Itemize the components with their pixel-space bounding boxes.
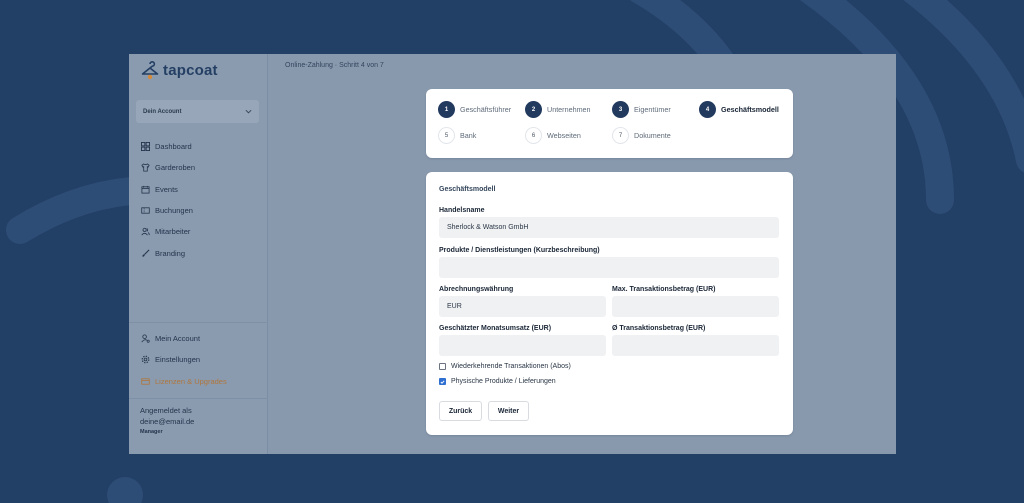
ticket-icon [141,206,150,215]
license-icon [141,377,150,386]
nav-item-lizenzen[interactable]: Lizenzen & Upgrades [141,371,227,392]
step-number: 2 [525,101,542,118]
physical-products-checkbox[interactable]: Physische Produkte / Lieferungen [439,378,556,385]
avg-amount-label: Ø Transaktionsbetrag (EUR) [612,325,706,332]
nav-item-mein-account[interactable]: Mein Account [141,328,227,349]
breadcrumb: Online-Zahlung · Schritt 4 von 7 [285,62,384,69]
nav-label: Branding [155,248,186,258]
step-label: Dokumente [634,131,671,140]
recurring-label: Wiederkehrende Transaktionen (Abos) [451,363,571,370]
nav-item-garderoben[interactable]: Garderoben [141,157,195,178]
login-role: Manager [140,429,163,435]
login-email: deine@email.de [140,416,195,426]
checkbox-box[interactable] [439,363,446,370]
max-amount-label: Max. Transaktionsbetrag (EUR) [612,286,716,293]
step-number: 1 [438,101,455,118]
step-number: 4 [699,101,716,118]
brush-icon [141,249,150,258]
products-input[interactable] [439,257,779,278]
account-select-label: Dein Account [143,108,182,115]
gear-icon [141,355,150,364]
nav-item-dashboard[interactable]: Dashboard [141,136,195,157]
nav-item-einstellungen[interactable]: Einstellungen [141,349,227,370]
nav-label: Mitarbeiter [155,227,191,237]
login-info: Angemeldet als deine@email.de Manager [140,406,194,438]
nav-item-mitarbeiter[interactable]: Mitarbeiter [141,221,195,242]
nav-item-events[interactable]: Events [141,179,195,200]
step-label: Webseiten [547,131,581,140]
max-amount-input[interactable] [612,296,779,317]
trade-name-label: Handelsname [439,207,485,214]
logo[interactable]: tapcoat [140,60,218,80]
step-label: Eigentümer [634,105,671,114]
dashboard-icon [141,142,150,152]
monthly-revenue-label: Geschätzter Monatsumsatz (EUR) [439,325,552,332]
nav-label: Dashboard [155,142,192,152]
shirt-icon [141,163,150,172]
step-label: Geschäftsmodell [721,105,779,114]
chevron-down-icon [245,109,252,114]
step-number: 6 [525,127,542,144]
currency-label: Abrechnungswährung [439,286,514,293]
calendar-icon [141,185,150,194]
next-button[interactable]: Weiter [488,401,529,421]
user-settings-icon [141,334,150,343]
step-2[interactable]: 2 Unternehmen [525,101,591,118]
login-label: Angemeldet als [140,406,192,415]
products-label: Produkte / Dienstleistungen (Kurzbeschre… [439,247,600,254]
step-number: 5 [438,127,455,144]
main-nav: Dashboard Garderoben Events Buchungen Mi… [141,136,195,264]
sidebar: tapcoat Dein Account Dashboard Garderobe… [129,54,268,454]
step-4[interactable]: 4 Geschäftsmodell [699,101,779,118]
hanger-icon [141,61,159,80]
nav-label: Events [155,184,178,194]
users-icon [141,227,150,236]
back-button[interactable]: Zurück [439,401,482,421]
checkmark-icon [440,380,445,384]
form-title: Geschäftsmodell [439,186,496,193]
step-label: Unternehmen [547,105,591,114]
step-3[interactable]: 3 Eigentümer [612,101,671,118]
physical-label: Physische Produkte / Lieferungen [451,378,556,385]
avg-amount-input[interactable] [612,335,779,356]
nav-label: Buchungen [155,206,193,216]
recurring-checkbox[interactable]: Wiederkehrende Transaktionen (Abos) [439,363,571,370]
currency-input[interactable]: EUR [439,296,606,317]
step-6[interactable]: 6 Webseiten [525,127,581,144]
nav-label: Einstellungen [155,355,201,365]
checkbox-box[interactable] [439,378,446,385]
brand-name: tapcoat [163,61,218,79]
nav-item-branding[interactable]: Branding [141,242,195,263]
step-7[interactable]: 7 Dokumente [612,127,671,144]
main-content: Online-Zahlung · Schritt 4 von 7 1 Gesch… [268,54,896,454]
monthly-revenue-input[interactable] [439,335,606,356]
business-model-form: Geschäftsmodell Handelsname Sherlock & W… [426,172,793,435]
account-select[interactable]: Dein Account [136,100,259,123]
step-number: 7 [612,127,629,144]
step-number: 3 [612,101,629,118]
trade-name-input[interactable]: Sherlock & Watson GmbH [439,217,779,238]
sidebar-divider [129,322,268,323]
step-label: Bank [460,131,477,140]
nav-item-buchungen[interactable]: Buchungen [141,200,195,221]
nav-label: Garderoben [155,163,196,173]
nav-label: Lizenzen & Upgrades [155,376,227,386]
sidebar-divider [129,398,268,399]
stepper: 1 Geschäftsführer 2 Unternehmen 3 Eigent… [426,89,793,158]
step-1[interactable]: 1 Geschäftsführer [438,101,511,118]
nav-label: Mein Account [155,334,201,344]
step-label: Geschäftsführer [460,105,512,114]
secondary-nav: Mein Account Einstellungen Lizenzen & Up… [141,328,227,392]
app-window: tapcoat Dein Account Dashboard Garderobe… [129,54,896,454]
step-5[interactable]: 5 Bank [438,127,476,144]
